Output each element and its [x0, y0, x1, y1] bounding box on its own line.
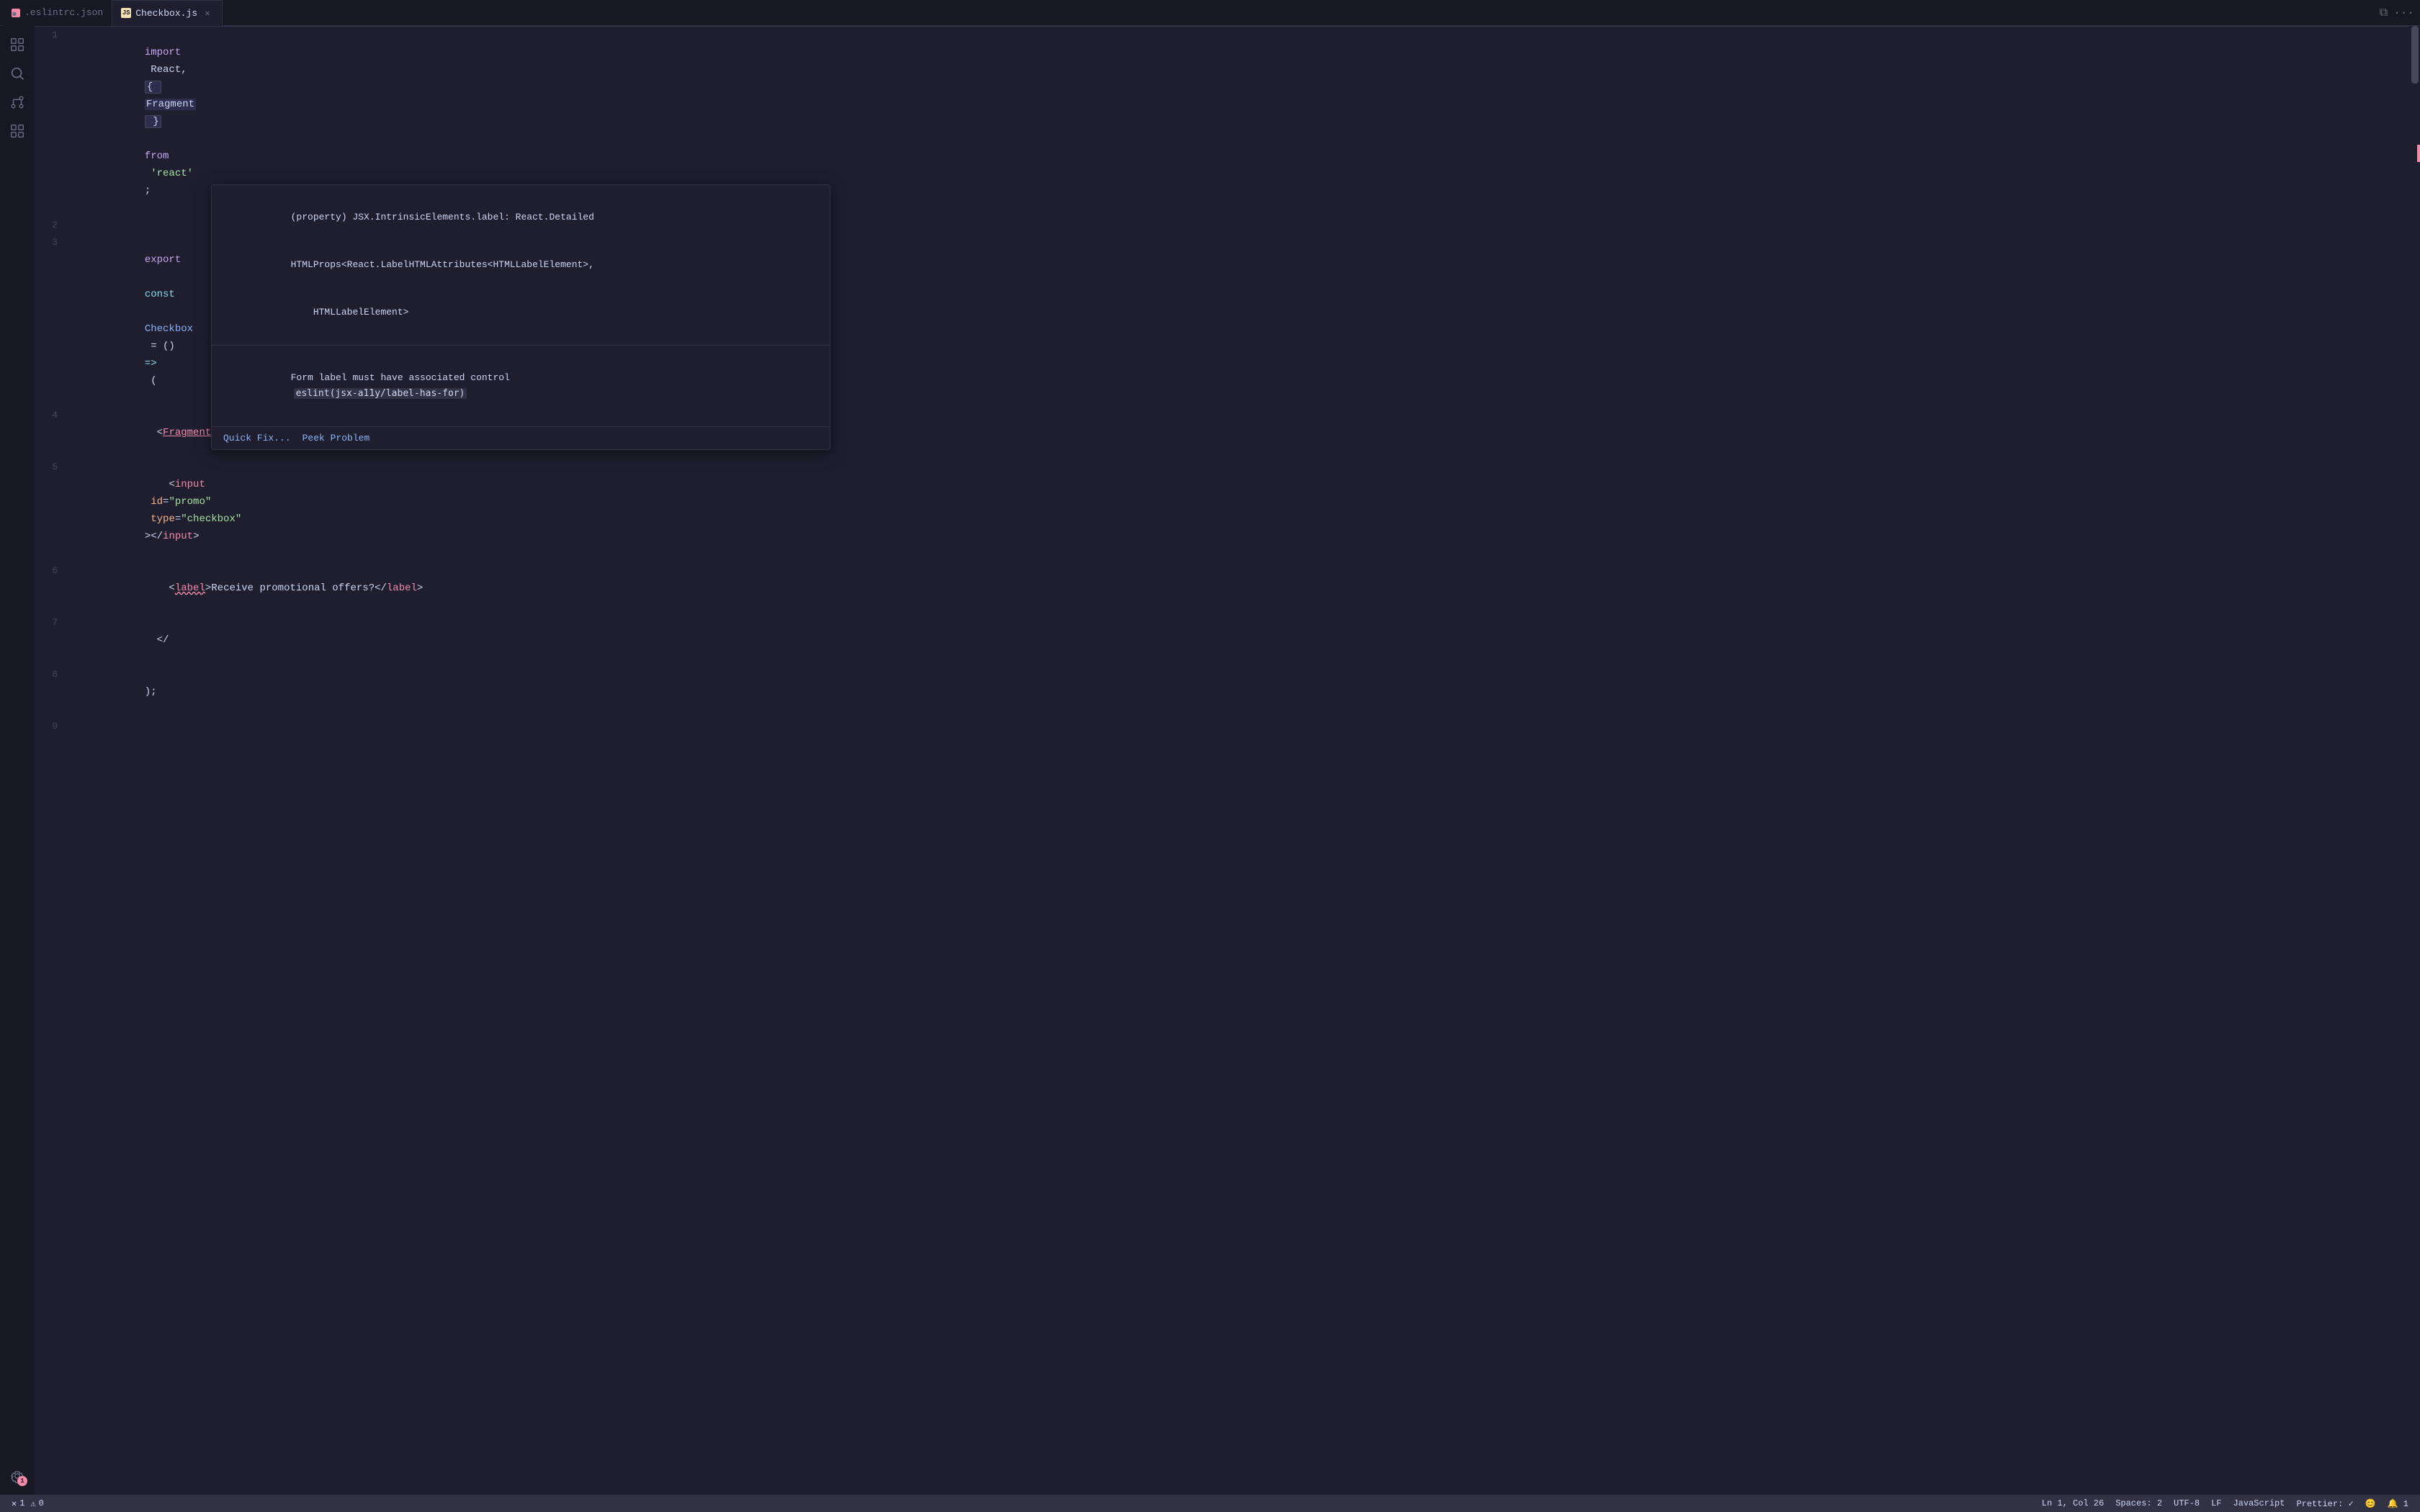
tab-eslintrc[interactable]: ● .eslintrc.json: [3, 0, 112, 26]
tab-checkbox[interactable]: JS Checkbox.js ✕: [112, 0, 223, 26]
settings-badge: 1: [17, 1476, 27, 1486]
error-icon: ✕: [12, 1498, 17, 1509]
line-number-3: 3: [35, 234, 69, 251]
keyword-import: import: [145, 47, 181, 58]
split-editor-icon[interactable]: ⧉: [2380, 6, 2388, 19]
status-emoji[interactable]: 😊: [2360, 1498, 2382, 1509]
line-number-9: 9: [35, 718, 69, 735]
line-content-9: [69, 718, 2420, 735]
line-number-7: 7: [35, 614, 69, 631]
tooltip-error: Form label must have associated control …: [212, 346, 830, 427]
tooltip-info-line2: HTMLProps<React.LabelHTMLAttributes<HTML…: [223, 241, 818, 289]
activity-bar: 1: [0, 26, 35, 1495]
tab-close-button[interactable]: ✕: [202, 7, 213, 19]
code-line-7: 7 </: [35, 614, 2420, 666]
error-count: 1: [19, 1498, 24, 1508]
keyword-from: from: [145, 150, 169, 162]
app-container: ● .eslintrc.json JS Checkbox.js ✕ ⧉ ···: [0, 0, 2420, 1512]
line-content-6: <label>Receive promotional offers?</labe…: [69, 562, 2420, 614]
warning-count: 0: [39, 1498, 44, 1508]
tab-checkbox-label: Checkbox.js: [135, 8, 197, 19]
tooltip-error-text: Form label must have associated control …: [223, 354, 818, 418]
status-errors[interactable]: ✕ 1 ⚠ 0: [6, 1495, 50, 1512]
scrollbar-track: [2410, 26, 2420, 1495]
label-error-tag: label: [175, 582, 205, 594]
tooltip-info-line3: HTMLLabelElement>: [223, 289, 818, 336]
status-eol[interactable]: LF: [2205, 1498, 2227, 1508]
code-line-6: 6 <label>Receive promotional offers?</la…: [35, 562, 2420, 614]
status-language[interactable]: JavaScript: [2227, 1498, 2290, 1508]
warning-icon: ⚠: [30, 1498, 35, 1509]
editor-layout: 1 1 import React, { Fragment }: [0, 26, 2420, 1495]
sidebar-item-search[interactable]: [4, 60, 30, 86]
tab-bar: ● .eslintrc.json JS Checkbox.js ✕ ⧉ ···: [0, 0, 2420, 26]
tooltip-popup: (property) JSX.IntrinsicElements.label: …: [211, 184, 830, 450]
quick-fix-action[interactable]: Quick Fix...: [223, 433, 291, 444]
sidebar-item-explorer[interactable]: [4, 32, 30, 58]
line-number-4: 4: [35, 407, 69, 424]
sidebar-item-settings[interactable]: 1: [4, 1463, 30, 1489]
line-number-8: 8: [35, 666, 69, 683]
line-content-5: <input id="promo" type="checkbox" ></inp…: [69, 459, 2420, 562]
code-line-9: 9: [35, 718, 2420, 735]
eslint-icon: ●: [12, 9, 20, 17]
activity-bar-bottom: 1: [4, 1463, 30, 1495]
status-bar: ✕ 1 ⚠ 0 Ln 1, Col 26 Spaces: 2 UTF-8 LF …: [0, 1495, 2420, 1512]
status-notification[interactable]: 🔔 1: [2382, 1498, 2414, 1509]
status-position[interactable]: Ln 1, Col 26: [2036, 1498, 2110, 1508]
code-line-8: 8 );: [35, 666, 2420, 718]
sidebar-item-extensions[interactable]: [4, 118, 30, 144]
line-number-2: 2: [35, 217, 69, 234]
error-line-indicator: [2417, 145, 2420, 162]
tooltip-info: (property) JSX.IntrinsicElements.label: …: [212, 185, 830, 346]
line-number-6: 6: [35, 562, 69, 580]
status-formatter[interactable]: Prettier: ✓: [2290, 1498, 2359, 1509]
status-right: Ln 1, Col 26 Spaces: 2 UTF-8 LF JavaScri…: [2036, 1498, 2414, 1509]
line-content-8: );: [69, 666, 2420, 718]
scrollbar-thumb[interactable]: [2411, 26, 2419, 84]
status-encoding[interactable]: UTF-8: [2168, 1498, 2205, 1508]
line-number-1: 1: [35, 27, 69, 44]
tooltip-actions: Quick Fix... Peek Problem: [212, 427, 830, 449]
js-icon: JS: [121, 8, 131, 18]
editor-area[interactable]: 1 import React, { Fragment } from 'react…: [35, 26, 2420, 1495]
tooltip-info-line1: (property) JSX.IntrinsicElements.label: …: [223, 194, 818, 241]
line-number-5: 5: [35, 459, 69, 476]
more-actions-icon[interactable]: ···: [2393, 6, 2414, 19]
peek-problem-action[interactable]: Peek Problem: [302, 433, 370, 444]
sidebar-item-git[interactable]: [4, 89, 30, 115]
tab-bar-right: ⧉ ···: [2380, 6, 2420, 19]
code-line-5: 5 <input id="promo" type="checkbox" ></i…: [35, 459, 2420, 562]
status-spaces[interactable]: Spaces: 2: [2110, 1498, 2168, 1508]
line-content-7: </: [69, 614, 2420, 666]
tab-eslintrc-label: .eslintrc.json: [24, 7, 103, 18]
